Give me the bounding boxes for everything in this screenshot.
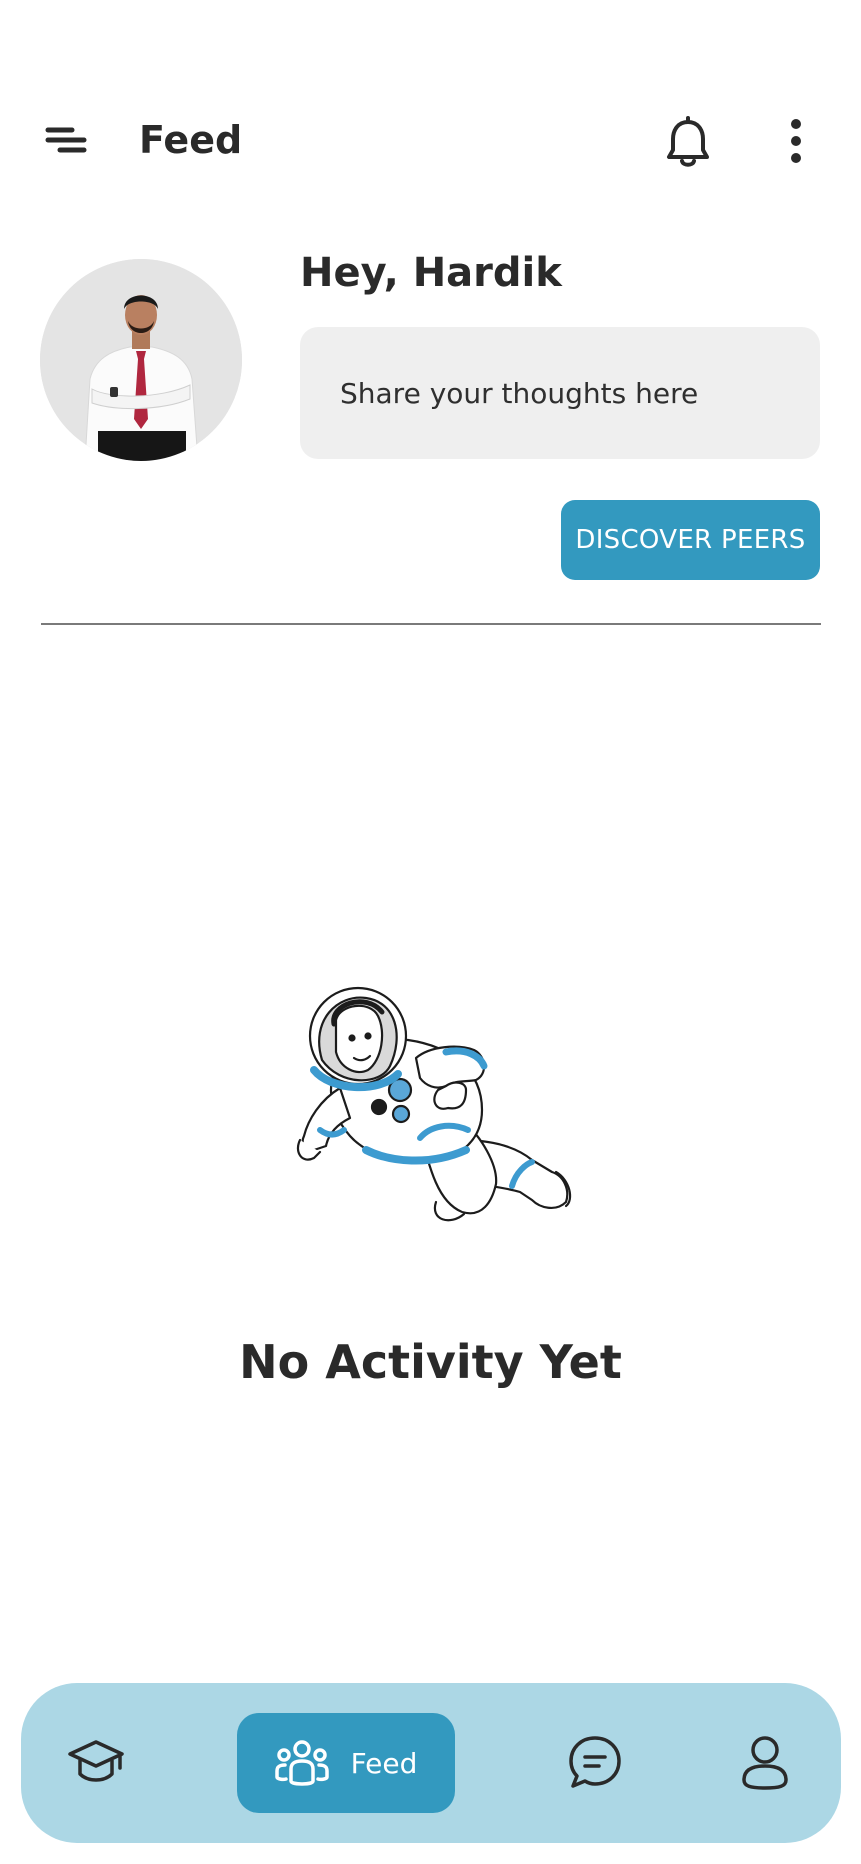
- user-icon: [742, 1736, 788, 1790]
- nav-messages[interactable]: [560, 1722, 630, 1802]
- people-icon: [274, 1740, 329, 1786]
- divider: [41, 623, 821, 625]
- bell-icon[interactable]: [664, 116, 712, 170]
- avatar[interactable]: [40, 259, 242, 461]
- greeting-text: Hey, Hardik: [300, 250, 562, 296]
- nav-courses[interactable]: [60, 1722, 132, 1802]
- menu-icon[interactable]: [44, 120, 90, 160]
- empty-state-message: No Activity Yet: [239, 1335, 622, 1389]
- nav-profile[interactable]: [730, 1722, 800, 1802]
- nav-feed[interactable]: Feed: [237, 1713, 455, 1813]
- more-vertical-icon[interactable]: [784, 118, 808, 164]
- page-title: Feed: [139, 118, 243, 162]
- chat-bubble-icon: [569, 1736, 621, 1788]
- share-thoughts-input[interactable]: [300, 327, 820, 459]
- graduation-cap-icon: [68, 1740, 124, 1782]
- nav-feed-label: Feed: [350, 1746, 418, 1780]
- discover-peers-button[interactable]: DISCOVER PEERS: [561, 500, 820, 580]
- astronaut-illustration: [296, 986, 572, 1222]
